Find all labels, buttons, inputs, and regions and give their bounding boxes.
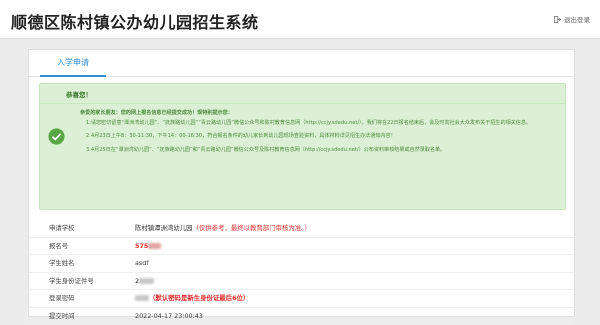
alert-body: 亲爱的家长朋友：您的网上报名信息已经提交成功！现特别提示您： 1.请您密切留意“…: [80, 109, 550, 159]
logout-button[interactable]: 退出登录: [554, 14, 590, 24]
redacted-mask: [135, 295, 149, 301]
alert-header: 恭喜您！: [40, 84, 565, 104]
submit-time-value: 2022-04-17 23:00:43: [135, 308, 203, 325]
detail-row-student-name: 学生姓名 asdf: [29, 255, 574, 273]
logout-icon: [554, 16, 561, 23]
application-panel: 入学申请 恭喜您！ 亲爱的家长朋友：您的网上报名信息已经提交成功！现特别提示您：…: [28, 49, 575, 317]
application-details: 申请学校 陈村镇潭洲湾幼儿园（仅供参考，最终以教育部门审核为准。） 报名号 57…: [29, 220, 574, 325]
school-name: 陈村镇潭洲湾幼儿园: [135, 224, 193, 232]
detail-row-submit-time: 提交时间 2022-04-17 23:00:43: [29, 308, 574, 325]
school-label: 申请学校: [49, 220, 75, 237]
logout-label: 退出登录: [564, 14, 590, 24]
detail-row-school: 申请学校 陈村镇潭洲湾幼儿园（仅供参考，最终以教育部门审核为准。）: [29, 220, 574, 238]
detail-row-password: 登录密码 （默认密码是新生身份证最后6位）: [29, 290, 574, 308]
reg-no-text: 575: [135, 242, 148, 250]
alert-title: 恭喜您！: [66, 89, 92, 99]
school-value: 陈村镇潭洲湾幼儿园（仅供参考，最终以教育部门审核为准。）: [135, 220, 311, 237]
alert-item: 3.4月25日在“潭洲湾幼儿园”、“抚族路幼儿园”和“青云路幼儿园”微信公众号及…: [80, 146, 550, 156]
student-name-label: 学生姓名: [49, 255, 75, 272]
tab-bar: 入学申请: [29, 50, 574, 77]
redacted-mask: [139, 278, 154, 284]
tab-enrollment-application[interactable]: 入学申请: [40, 50, 106, 77]
success-alert: 恭喜您！ 亲爱的家长朋友：您的网上报名信息已经提交成功！现特别提示您： 1.请您…: [39, 83, 566, 210]
detail-row-reg-no: 报名号 575: [29, 238, 574, 256]
id-label: 学生身份证件号: [49, 273, 94, 290]
password-value: （默认密码是新生身份证最后6位）: [135, 290, 249, 307]
reg-no-value: 575: [135, 238, 161, 255]
school-note: （仅供参考，最终以教育部门审核为准。）: [193, 224, 311, 232]
redacted-mask: [148, 243, 161, 249]
reg-no-label: 报名号: [49, 238, 68, 255]
check-circle-icon: [48, 128, 65, 145]
student-name-value: asdf: [135, 255, 149, 272]
alert-item: 2.4月23日上午8：30-11:30，下午14：00-16:30，符合报名条件…: [80, 132, 550, 142]
top-header: 顺德区陈村镇公办幼儿园招生系统 退出登录: [0, 0, 600, 39]
submit-time-label: 提交时间: [49, 308, 75, 325]
detail-row-id: 学生身份证件号 2: [29, 273, 574, 291]
alert-greeting: 亲爱的家长朋友：您的网上报名信息已经提交成功！现特别提示您：: [80, 109, 550, 119]
password-label: 登录密码: [49, 290, 75, 307]
alert-item: 1.请您密切留意“潭洲湾幼儿园”、“抚族路幼儿园”“青云路幼儿园”微信公众号和陈…: [80, 119, 550, 129]
id-value: 2: [135, 273, 154, 290]
site-title: 顺德区陈村镇公办幼儿园招生系统: [11, 9, 259, 33]
password-note: （默认密码是新生身份证最后6位）: [149, 294, 249, 302]
